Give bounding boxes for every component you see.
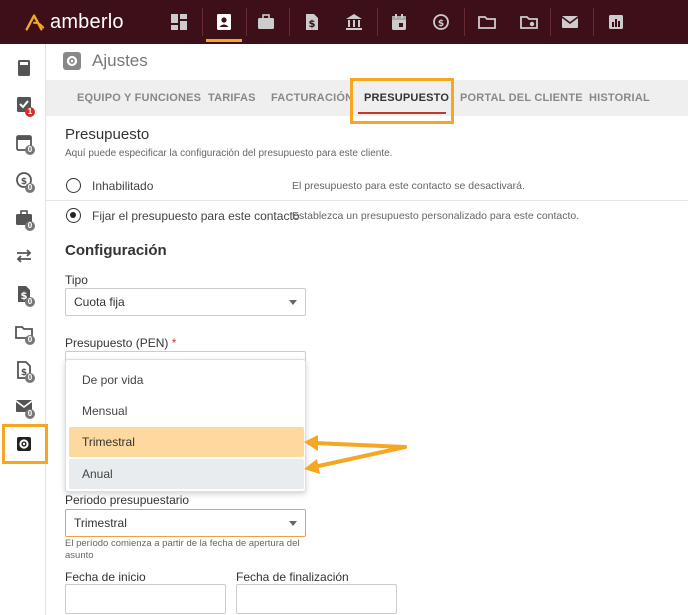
sidebar-item-matters[interactable]: 0 bbox=[6, 202, 42, 234]
calendar-icon bbox=[392, 14, 406, 30]
type-label: Tipo bbox=[65, 273, 88, 287]
sidebar-item-invoices[interactable]: $ 0 bbox=[6, 278, 42, 310]
sidebar-item-settings[interactable] bbox=[6, 428, 42, 460]
contact-card-icon bbox=[217, 14, 231, 30]
budget-period-helper-text: El período comienza a partir de la fecha… bbox=[65, 538, 300, 561]
tab-billing[interactable]: FACTURACIÓN bbox=[271, 80, 353, 116]
settings-icon bbox=[63, 52, 81, 70]
svg-text:$: $ bbox=[309, 19, 316, 30]
end-date-label: Fecha de finalización bbox=[236, 570, 349, 584]
type-select[interactable]: Cuota fija bbox=[65, 288, 306, 316]
annotation-arrows-icon bbox=[304, 435, 407, 474]
sidebar-item-details[interactable] bbox=[6, 52, 42, 84]
budget-section-subtitle: Aquí puede especificar la configuración … bbox=[65, 148, 393, 159]
radio-disabled[interactable] bbox=[66, 178, 81, 193]
briefcase-icon bbox=[258, 14, 274, 29]
sidebar-item-tasks[interactable]: 1 bbox=[6, 88, 42, 120]
top-navigation-bar: amberlo $ $ bbox=[0, 0, 688, 44]
chevron-down-icon bbox=[289, 521, 297, 526]
budget-period-select[interactable]: Trimestral bbox=[65, 509, 306, 537]
transfer-icon bbox=[16, 249, 32, 263]
budget-option-custom[interactable]: Fijar el presupuesto para este contacto … bbox=[46, 201, 688, 231]
nav-bank[interactable] bbox=[333, 0, 375, 44]
calendar-count-badge: 0 bbox=[25, 145, 35, 155]
budget-amount-label: Presupuesto (PEN) * bbox=[65, 336, 176, 350]
budget-section-title: Presupuesto bbox=[65, 126, 150, 143]
tab-rates[interactable]: TARIFAS bbox=[208, 80, 256, 116]
chevron-down-icon bbox=[289, 300, 297, 305]
tab-team-functions[interactable]: EQUIPO Y FUNCIONES bbox=[77, 80, 201, 116]
mail-count-badge: 0 bbox=[25, 409, 35, 419]
nav-billing[interactable]: $ bbox=[291, 0, 333, 44]
budget-period-select-value: Trimestral bbox=[74, 516, 127, 530]
svg-text:$: $ bbox=[438, 19, 444, 29]
period-option-annual[interactable]: Anual bbox=[69, 459, 304, 489]
contact-sidebar: 1 0 $ 0 0 $ 0 0 $ 0 0 bbox=[0, 44, 48, 615]
page-title: Ajustes bbox=[92, 51, 148, 70]
nav-calendar[interactable] bbox=[378, 0, 420, 44]
dashboard-icon bbox=[171, 14, 187, 30]
period-option-quarterly[interactable]: Trimestral bbox=[69, 427, 304, 457]
page-header: Ajustes bbox=[46, 44, 688, 78]
radio-disabled-description: El presupuesto para este contacto se des… bbox=[292, 180, 525, 192]
radio-custom-budget-description: Establezca un presupuesto personalizado … bbox=[292, 210, 580, 222]
budget-option-disabled[interactable]: Inhabilitado El presupuesto para este co… bbox=[46, 171, 688, 201]
tasks-count-badge: 1 bbox=[25, 107, 35, 117]
invoices-count-badge: 0 bbox=[25, 297, 35, 307]
end-date-input[interactable] bbox=[236, 584, 397, 614]
period-dropdown-menu: De por vida Mensual Trimestral Anual bbox=[65, 359, 306, 492]
reports-icon bbox=[609, 15, 623, 29]
budget-period-label: Periodo presupuestario bbox=[65, 493, 190, 507]
radio-disabled-label[interactable]: Inhabilitado bbox=[92, 179, 153, 193]
sidebar-item-transactions[interactable] bbox=[6, 240, 42, 272]
nav-contacts[interactable] bbox=[203, 0, 245, 44]
sidebar-item-mail[interactable]: 0 bbox=[6, 390, 42, 422]
nav-reports[interactable] bbox=[595, 0, 637, 44]
nav-matters[interactable] bbox=[245, 0, 287, 44]
amberlo-logo-icon bbox=[25, 14, 45, 31]
book-icon bbox=[18, 60, 30, 76]
period-option-lifetime[interactable]: De por vida bbox=[69, 365, 304, 395]
tab-history[interactable]: HISTORIAL bbox=[589, 80, 650, 116]
nav-mail[interactable] bbox=[549, 0, 591, 44]
documents-count-badge: 0 bbox=[25, 335, 35, 345]
app-name: amberlo bbox=[50, 10, 124, 33]
nav-document-settings[interactable] bbox=[508, 0, 550, 44]
budget-amount-label-text: Presupuesto (PEN) bbox=[65, 336, 169, 350]
configuration-title: Configuración bbox=[65, 242, 167, 259]
sidebar-item-time[interactable]: $ 0 bbox=[6, 164, 42, 196]
nav-dashboard[interactable] bbox=[158, 0, 200, 44]
tab-client-portal[interactable]: PORTAL DEL CLIENTE bbox=[460, 80, 583, 116]
start-date-label: Fecha de inicio bbox=[65, 570, 146, 584]
bank-icon bbox=[346, 14, 362, 30]
app-logo[interactable]: amberlo bbox=[24, 10, 124, 34]
nav-documents[interactable] bbox=[466, 0, 508, 44]
expenses-count-badge: 0 bbox=[25, 373, 35, 383]
type-select-value: Cuota fija bbox=[74, 295, 125, 309]
mail-icon bbox=[561, 16, 579, 28]
nav-time-tracking[interactable]: $ bbox=[420, 0, 462, 44]
budget-tab-highlight-frame bbox=[350, 78, 454, 124]
period-option-monthly[interactable]: Mensual bbox=[69, 396, 304, 426]
invoice-dollar-icon: $ bbox=[306, 14, 318, 30]
required-asterisk: * bbox=[171, 336, 177, 350]
time-count-badge: 0 bbox=[25, 183, 35, 193]
radio-custom-budget[interactable] bbox=[66, 208, 81, 223]
sidebar-item-documents[interactable]: 0 bbox=[6, 316, 42, 348]
sidebar-item-calendar[interactable]: 0 bbox=[6, 126, 42, 158]
folder-icon bbox=[478, 16, 496, 29]
radio-custom-budget-label[interactable]: Fijar el presupuesto para este contacto bbox=[92, 209, 299, 223]
matters-count-badge: 0 bbox=[25, 221, 35, 231]
folder-settings-icon bbox=[520, 16, 538, 29]
time-money-icon: $ bbox=[433, 14, 449, 30]
settings-icon bbox=[17, 437, 31, 451]
sidebar-item-expenses[interactable]: $ 0 bbox=[6, 354, 42, 386]
start-date-input[interactable] bbox=[65, 584, 226, 614]
